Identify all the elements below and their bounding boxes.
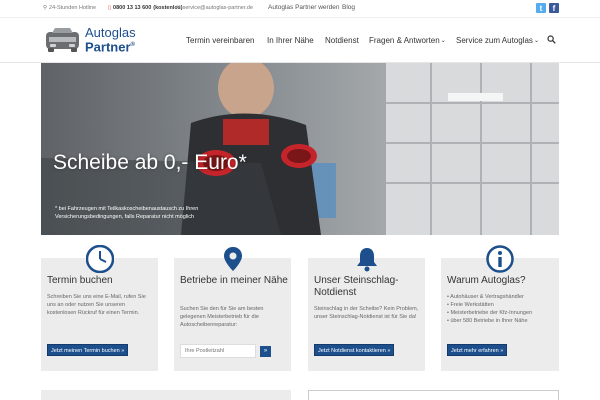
list-item: • über 580 Betriebe in Ihrer Nähe <box>447 318 528 324</box>
benefits-list: • Autohäuser & Vertragshändler • Freie W… <box>447 293 553 325</box>
phone-number[interactable]: 0800 13 13 600 <box>113 5 151 11</box>
email-link[interactable]: service@autoglas-partner.de <box>183 5 253 11</box>
clock-icon <box>85 244 114 274</box>
nav-label: Service zum Autoglas <box>456 35 533 45</box>
postal-search-button[interactable]: » <box>260 346 271 357</box>
site-logo[interactable]: Autoglas Partner® <box>44 25 136 55</box>
card-body: Suchen Sie den für Sie am besten gelegen… <box>180 306 264 328</box>
nav-notdienst[interactable]: Notdienst <box>325 33 359 47</box>
card-title: Betriebe in meiner Nähe <box>180 275 288 286</box>
bottom-section-right <box>308 390 559 400</box>
nav-label: Termin vereinbaren <box>186 35 255 45</box>
info-icon <box>486 245 514 273</box>
twitter-icon[interactable]: t <box>536 3 546 13</box>
top-bar: ⚲ 24-Stunden Hotline ▯ 0800 13 13 600 (k… <box>0 0 600 18</box>
card-title: Warum Autoglas? <box>447 275 526 286</box>
location-pin-icon: ⚲ <box>43 5 48 11</box>
postal-code-input[interactable] <box>180 344 256 358</box>
card-warum: Warum Autoglas? • Autohäuser & Vertragsh… <box>441 245 559 371</box>
blog-link[interactable]: Blog <box>342 4 355 11</box>
nav-termin[interactable]: Termin vereinbaren <box>186 33 254 47</box>
nav-label: In Ihrer Nähe <box>267 35 314 45</box>
nav-label: Notdienst <box>325 35 359 45</box>
facebook-icon[interactable]: f <box>549 3 559 13</box>
book-appointment-button[interactable]: Jetzt meinen Termin buchen » <box>47 344 129 356</box>
card-body: Schreiben Sie uns eine E-Mail, rufen Sie… <box>47 294 146 316</box>
partner-link[interactable]: Autoglas Partner werden <box>268 4 340 11</box>
logo-registered-mark: ® <box>130 42 135 48</box>
map-pin-icon <box>219 245 247 273</box>
list-item: • Autohäuser & Vertragshändler <box>447 294 524 300</box>
logo-line1: Autoglas <box>85 25 136 40</box>
nav-naehe[interactable]: In Ihrer Nähe <box>267 33 314 47</box>
card-body: Steinschlag in der Scheibe? Kein Problem… <box>314 306 419 320</box>
phone-info[interactable]: ▯ 0800 13 13 600 (kostenlos) <box>108 5 183 11</box>
phone-icon: ▯ <box>108 5 112 11</box>
chevron-down-icon: ⌄ <box>440 37 446 44</box>
email-info[interactable]: ✉ service@autoglas-partner.de <box>176 5 253 11</box>
bell-icon <box>353 245 381 273</box>
card-notdienst: Unser Steinschlag-Notdienst Steinschlag … <box>308 248 425 371</box>
list-item: • Meisterbetriebe der Kfz-Innungen <box>447 310 533 316</box>
card-termin: Termin buchen Schreiben Sie uns eine E-M… <box>41 244 158 371</box>
chevron-down-icon: ⌄ <box>533 37 539 44</box>
mail-icon: ✉ <box>176 5 181 11</box>
car-logo-icon <box>44 27 81 53</box>
logo-line2: Partner <box>85 39 131 55</box>
card-title: Termin buchen <box>47 275 113 286</box>
hotline-info: ⚲ 24-Stunden Hotline <box>43 5 96 11</box>
nav-faq[interactable]: Fragen & Antworten ⌄ <box>369 33 446 47</box>
nav-label: Fragen & Antworten <box>369 35 440 45</box>
learn-more-button[interactable]: Jetzt mehr erfahren » <box>447 344 508 356</box>
card-title: Unser Steinschlag-Notdienst <box>314 275 399 298</box>
nav-service[interactable]: Service zum Autoglas ⌄ <box>456 33 539 47</box>
bottom-section-left <box>41 390 291 400</box>
search-icon[interactable] <box>547 32 556 46</box>
list-item: • Freie Werkstätten <box>447 302 494 308</box>
main-header: Autoglas Partner® Termin vereinbaren In … <box>0 18 600 63</box>
hero-subtitle: * bei Fahrzeugen mit Teilkaskoscheibenau… <box>55 206 199 220</box>
hero-title: Scheibe ab 0,- Euro* <box>53 151 247 174</box>
hotline-label: 24-Stunden Hotline <box>49 5 97 11</box>
contact-emergency-button[interactable]: Jetzt Notdienst kontaktieren » <box>314 344 395 356</box>
